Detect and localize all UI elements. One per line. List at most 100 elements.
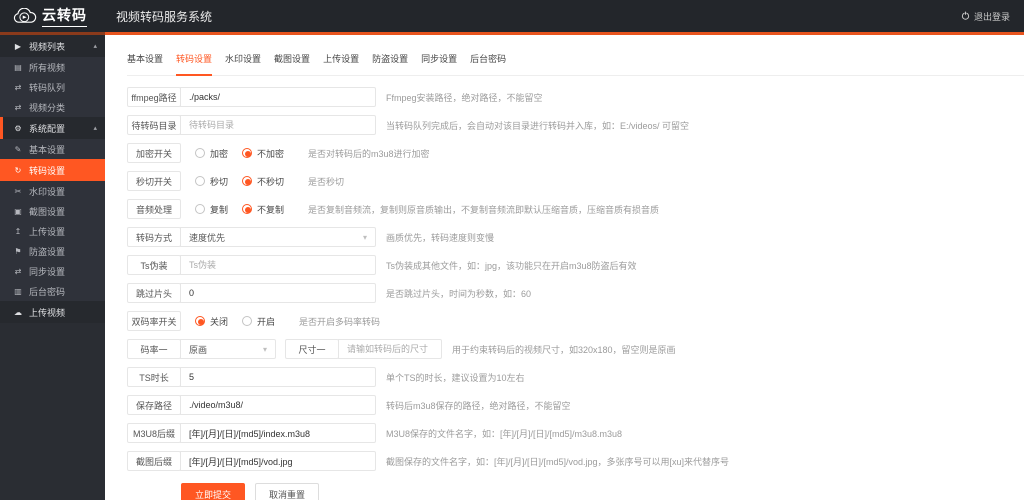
logout-button[interactable]: 退出登录 <box>961 10 1010 23</box>
video-file-icon: ▤ <box>14 62 22 72</box>
tab-antitheft[interactable]: 防盗设置 <box>372 49 408 75</box>
settings-form: ffmpeg路径 Ffmpeg安装路径，绝对路径，不能留空待转码目录 当转码队列完成… <box>127 87 1024 471</box>
bitrate-one-size-input[interactable] <box>338 339 442 359</box>
logout-label: 退出登录 <box>973 11 1010 22</box>
sidebar-item-admin-password[interactable]: ▥ 后台密码 <box>0 281 105 301</box>
radio-unselected-icon <box>195 148 205 158</box>
field-hint-ts-duration: 单个TS的时长，建议设置为10左右 <box>386 372 525 383</box>
encrypt-switch-radio-0[interactable]: 加密 <box>195 147 228 160</box>
sidebar-item-video-category[interactable]: ⇄ 视频分类 <box>0 97 105 117</box>
radio-label: 开启 <box>257 316 276 327</box>
sidebar-item-label: 所有视频 <box>29 62 66 73</box>
sidebar-item-all-videos[interactable]: ▤ 所有视频 <box>0 57 105 77</box>
sidebar-item-label: 同步设置 <box>29 266 66 277</box>
tab-screenshot[interactable]: 截图设置 <box>274 49 310 75</box>
sidebar-item-upload-settings[interactable]: ↥ 上传设置 <box>0 221 105 241</box>
field-hint-quickcut-switch: 是否秒切 <box>308 176 345 187</box>
field-hint-screenshot-suffix: 截图保存的文件名字，如：[年]/[月]/[日]/[md5]/vod.jpg，多张… <box>386 456 730 467</box>
field-label-m3u8-suffix: M3U8后缀 <box>127 423 181 443</box>
quickcut-switch-radio-1[interactable]: 不秒切 <box>242 175 284 188</box>
form-row-screenshot-suffix: 截图后缀 截图保存的文件名字，如：[年]/[月]/[日]/[md5]/vod.jp… <box>127 451 1024 471</box>
ts-disguise-control <box>180 255 376 275</box>
radio-selected-icon <box>242 176 253 186</box>
tab-basic[interactable]: 基本设置 <box>127 49 163 75</box>
save-path-input[interactable] <box>180 395 376 415</box>
sidebar-item-label: 基本设置 <box>29 144 66 155</box>
tab-password[interactable]: 后台密码 <box>470 49 506 75</box>
form-row-transcode-mode: 转码方式 速度优先 ▾ 画质优先，转码速度则变慢 <box>127 227 1024 247</box>
ts-disguise-input[interactable] <box>180 255 376 275</box>
field-label-quickcut-switch: 秒切开关 <box>127 171 181 191</box>
edit-icon: ✎ <box>14 144 22 154</box>
tab-transcode[interactable]: 转码设置 <box>176 49 213 76</box>
audio-handling-radio-0[interactable]: 复制 <box>195 203 228 216</box>
screenshot-suffix-input[interactable] <box>180 451 376 471</box>
field-label-ts-duration: TS时长 <box>127 367 181 387</box>
reset-button[interactable]: 取消重置 <box>255 483 320 500</box>
field-label-bitrate-one: 码率一 <box>127 339 181 359</box>
address-book-icon: ▥ <box>14 286 22 296</box>
sidebar-item-system-config[interactable]: ⚙ 系统配置 ▴ <box>0 117 105 139</box>
ts-duration-input[interactable] <box>180 367 376 387</box>
m3u8-suffix-control <box>180 423 376 443</box>
crop-icon: ✂ <box>14 186 22 196</box>
pending-dir-control <box>180 115 376 135</box>
field-hint-m3u8-suffix: M3U8保存的文件名字，如：[年]/[月]/[日]/[md5]/m3u8.m3u… <box>386 428 623 439</box>
transcode-mode-select[interactable]: 速度优先 ▾ <box>180 227 376 247</box>
radio-label: 不复制 <box>257 204 285 215</box>
field-hint-dual-bitrate-switch: 是否开启多码率转码 <box>299 316 381 327</box>
form-row-audio-handling: 音频处理 复制 不复制 是否复制音频流，复制则原音质输出，不复制音频流即默认压缩音质，… <box>127 199 1024 219</box>
sidebar-item-video-list[interactable]: ▶ 视频列表 ▴ <box>0 35 105 57</box>
submit-button[interactable]: 立即提交 <box>181 483 246 500</box>
bitrate-one-select[interactable]: 原画 ▾ <box>180 339 276 359</box>
transcode-mode-select-value: 速度优先 <box>189 232 226 243</box>
cloud-logo-icon <box>12 7 38 25</box>
sidebar-item-label: 防盗设置 <box>29 246 66 257</box>
sidebar-item-screenshot-settings[interactable]: ▣ 截图设置 <box>0 201 105 221</box>
m3u8-suffix-input[interactable] <box>180 423 376 443</box>
pending-dir-input[interactable] <box>180 115 376 135</box>
radio-unselected-icon <box>242 316 253 326</box>
dual-bitrate-switch-radio-0[interactable]: 关闭 <box>195 315 228 328</box>
sidebar-item-basic-settings[interactable]: ✎ 基本设置 <box>0 139 105 159</box>
sidebar-item-antitheft-settings[interactable]: ⚑ 防盗设置 <box>0 241 105 261</box>
quickcut-switch-control: 秒切 不秒切 <box>195 175 298 188</box>
sidebar-item-transcode-queue[interactable]: ⇄ 转码队列 <box>0 77 105 97</box>
app-logo: 云转码 <box>0 5 100 27</box>
dual-bitrate-switch-radio-1[interactable]: 开启 <box>242 315 275 328</box>
screenshot-suffix-control <box>180 451 376 471</box>
tab-watermark[interactable]: 水印设置 <box>225 49 261 75</box>
tab-upload[interactable]: 上传设置 <box>323 49 359 75</box>
tab-sync[interactable]: 同步设置 <box>421 49 457 75</box>
field-label-ffmpeg-path: ffmpeg路径 <box>127 87 181 107</box>
sidebar-item-watermark-settings[interactable]: ✂ 水印设置 <box>0 181 105 201</box>
image-icon: ▣ <box>14 206 22 216</box>
form-row-ts-duration: TS时长 单个TS的时长，建议设置为10左右 <box>127 367 1024 387</box>
encrypt-switch-radio-1[interactable]: 不加密 <box>242 147 284 160</box>
audio-handling-radio-1[interactable]: 不复制 <box>242 203 284 216</box>
encrypt-switch-control: 加密 不加密 <box>195 147 298 160</box>
field-label-save-path: 保存路径 <box>127 395 181 415</box>
sidebar-item-upload-video[interactable]: ☁ 上传视频 <box>0 301 105 323</box>
sidebar-item-sync-settings[interactable]: ⇄ 同步设置 <box>0 261 105 281</box>
skip-intro-input[interactable] <box>180 283 376 303</box>
field-label-skip-intro: 跳过片头 <box>127 283 181 303</box>
transcode-mode-control: 速度优先 ▾ <box>180 227 376 247</box>
skip-intro-control <box>180 283 376 303</box>
form-row-save-path: 保存路径 转码后m3u8保存的路径，绝对路径，不能留空 <box>127 395 1024 415</box>
form-row-dual-bitrate-switch: 双码率开关 关闭 开启 是否开启多码率转码 <box>127 311 1024 331</box>
form-row-skip-intro: 跳过片头 是否跳过片头，时间为秒数，如：60 <box>127 283 1024 303</box>
radio-label: 不加密 <box>257 148 285 159</box>
ffmpeg-path-input[interactable] <box>180 87 376 107</box>
sidebar-item-label: 视频列表 <box>29 41 66 52</box>
field-hint-encrypt-switch: 是否对转码后的m3u8进行加密 <box>308 148 430 159</box>
sidebar-nav: ▶ 视频列表 ▴ ▤ 所有视频 ⇄ 转码队列 ⇄ 视频分类 ⚙ 系统配置 ▴ ✎ 基本设置 ↻ 转码设置 ✂ 水印… <box>0 35 105 500</box>
upload-icon: ↥ <box>14 226 22 236</box>
radio-label: 秒切 <box>210 176 229 187</box>
sidebar-item-label: 上传视频 <box>29 307 66 318</box>
quickcut-switch-radio-0[interactable]: 秒切 <box>195 175 228 188</box>
field-hint-transcode-mode: 画质优先，转码速度则变慢 <box>386 232 495 243</box>
sidebar-item-transcode-settings[interactable]: ↻ 转码设置 <box>0 159 105 181</box>
radio-unselected-icon <box>195 176 205 186</box>
form-actions: 立即提交 取消重置 <box>181 483 1024 500</box>
